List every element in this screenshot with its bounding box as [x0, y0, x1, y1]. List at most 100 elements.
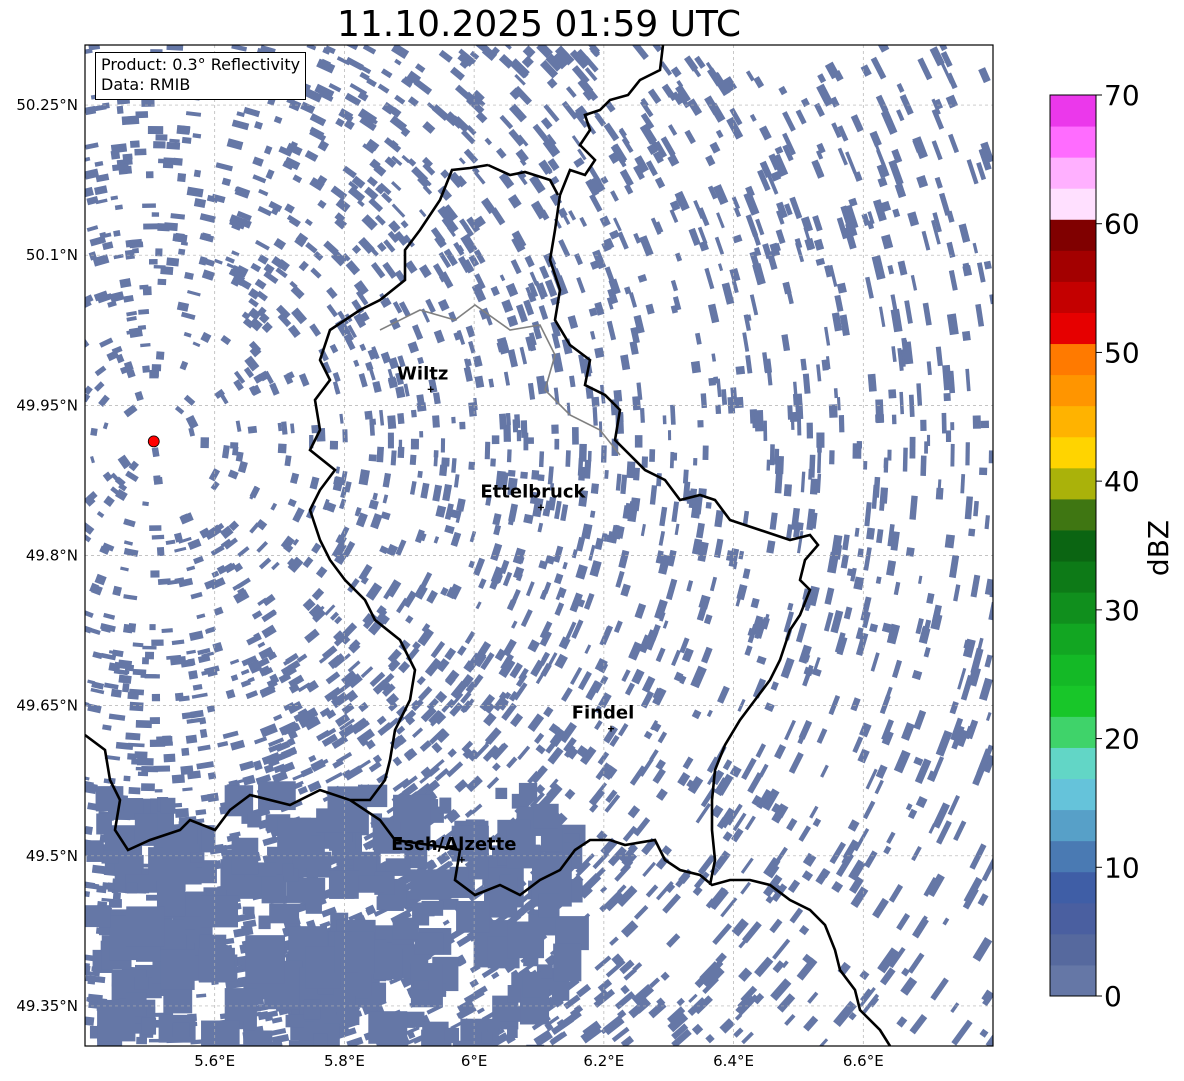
echo-cell — [419, 431, 424, 438]
echo-block — [160, 949, 195, 990]
echo-cell — [941, 412, 947, 434]
echo-cell — [149, 624, 156, 631]
colorbar-tick-label: 20 — [1104, 723, 1140, 756]
echo-cell — [156, 546, 165, 557]
colorbar-segment — [1050, 219, 1096, 251]
echo-cell — [920, 455, 927, 476]
echo-cell — [766, 459, 771, 471]
echo-cell — [142, 365, 151, 373]
echo-cell — [173, 157, 183, 166]
colorbar-segment — [1050, 126, 1096, 158]
colorbar-segment — [1050, 964, 1096, 997]
colorbar-segment — [1050, 281, 1096, 313]
echo-cell — [376, 446, 384, 463]
colorbar-segment — [1050, 529, 1096, 562]
echo-cell — [230, 442, 239, 449]
echo-cell — [632, 396, 641, 411]
longitude-tick-labels: 5.6°E 5.8°E 6°E 6.2°E 6.4°E 6.6°E — [194, 1052, 883, 1070]
product-label: Product: 0.3° Reflectivity — [101, 55, 301, 74]
lat-tick-label: 50.25°N — [16, 96, 78, 114]
echo-block — [134, 976, 149, 990]
echo-block — [101, 850, 119, 864]
echo-cell — [920, 419, 927, 431]
echo-cell — [129, 701, 144, 712]
echo-cell — [945, 430, 952, 443]
echo-cell — [693, 457, 698, 466]
echo-block — [85, 905, 111, 928]
echo-cell — [145, 171, 154, 179]
echo-block — [282, 863, 294, 876]
colorbar-segment — [1050, 405, 1096, 438]
echo-cell — [962, 330, 971, 342]
echo-cell — [150, 570, 160, 578]
echo-cell — [705, 501, 712, 509]
echo-cell — [583, 459, 592, 479]
echo-cell — [387, 432, 394, 449]
echo-cell — [468, 402, 477, 417]
echo-block — [444, 1027, 459, 1044]
echo-cell — [132, 642, 144, 648]
echo-cell — [134, 148, 147, 156]
echo-cell — [149, 717, 160, 725]
echo-cell — [774, 471, 783, 494]
echo-block — [440, 898, 459, 910]
echo-cell — [137, 771, 149, 777]
echo-cell — [702, 445, 709, 461]
colorbar-segment — [1050, 840, 1096, 873]
echo-cell — [499, 413, 507, 430]
data-source-label: Data: RMIB — [101, 75, 191, 94]
echo-cell — [538, 451, 545, 468]
echo-cell — [131, 238, 143, 245]
echo-cell — [551, 424, 559, 434]
echo-cell — [649, 449, 656, 462]
echo-cell — [188, 670, 199, 680]
echo-cell — [147, 125, 164, 135]
echo-cell — [828, 404, 838, 418]
echo-block — [563, 833, 580, 843]
echo-cell — [809, 478, 819, 495]
echo-cell — [127, 691, 139, 700]
colorbar-segment — [1050, 157, 1096, 189]
echo-cell — [821, 359, 829, 371]
echo-block — [126, 906, 165, 947]
echo-cell — [816, 432, 825, 448]
echo-block — [495, 787, 508, 800]
echo-cell — [185, 734, 198, 744]
echo-cell — [387, 415, 397, 429]
echo-cell — [163, 222, 178, 232]
echo-cell — [121, 115, 140, 126]
echo-cell — [123, 775, 131, 782]
echo-cell — [123, 623, 134, 634]
colorbar-segment — [1050, 343, 1096, 376]
echo-cell — [909, 436, 916, 459]
lat-tick-label: 49.35°N — [16, 997, 78, 1015]
colorbar-tick-label: 0 — [1104, 980, 1122, 1013]
echo-cell — [85, 825, 93, 835]
echo-cell — [180, 765, 194, 776]
echo-cell — [808, 454, 816, 478]
echo-cell — [950, 443, 955, 467]
echo-cell — [390, 450, 397, 466]
echo-cell — [484, 441, 491, 460]
echo-cell — [342, 429, 348, 443]
echo-cell — [554, 438, 560, 450]
echo-cell — [116, 105, 124, 114]
city-label: Ettelbruck — [480, 481, 586, 502]
echo-cell — [774, 448, 780, 465]
echo-cell — [247, 425, 258, 434]
lon-tick-label: 5.8°E — [324, 1052, 365, 1070]
echo-cell — [587, 450, 592, 462]
echo-block — [231, 837, 259, 875]
colorbar-segment — [1050, 809, 1096, 842]
echo-cell — [151, 693, 161, 702]
echo-cell — [416, 402, 427, 412]
echo-cell — [735, 365, 746, 375]
echo-cell — [149, 259, 158, 265]
echo-cell — [157, 578, 171, 586]
echo-cell — [142, 286, 152, 296]
echo-cell — [180, 125, 191, 134]
echo-cell — [138, 309, 150, 315]
echo-cell — [891, 414, 897, 425]
echo-cell — [838, 415, 845, 433]
latitude-tick-labels: 50.25°N 50.1°N 49.95°N 49.8°N 49.65°N 49.5°N 4… — [16, 96, 78, 1015]
